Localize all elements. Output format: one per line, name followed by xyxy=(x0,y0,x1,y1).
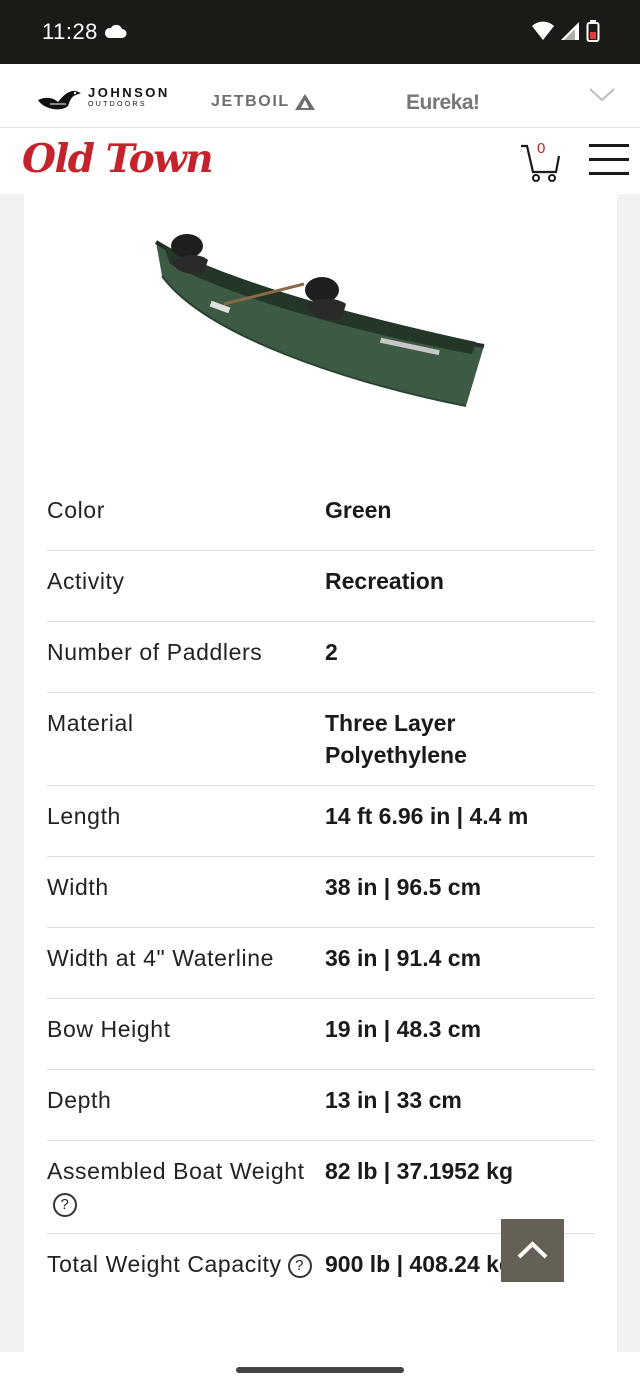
spec-label-text: Bow Height xyxy=(47,1016,171,1042)
wifi-icon xyxy=(532,21,554,40)
spec-row: Width 38 in | 96.5 cm xyxy=(47,857,595,928)
spec-label: Length xyxy=(47,800,325,842)
cart-count: 0 xyxy=(537,140,546,157)
spec-row: Length 14 ft 6.96 in | 4.4 m xyxy=(47,786,595,857)
spec-value: Recreation xyxy=(325,568,444,594)
spec-label-text: Width at 4" Waterline xyxy=(47,945,274,971)
spec-value: Green xyxy=(325,497,392,523)
johnson-brand-name: JOHNSON xyxy=(88,85,170,100)
spec-label-text: Total Weight Capacity xyxy=(47,1251,282,1277)
spec-label-text: Number of Paddlers xyxy=(47,639,263,665)
spec-row: Number of Paddlers 2 xyxy=(47,622,595,693)
signal-icon xyxy=(561,22,579,40)
spec-label-text: Assembled Boat Weight xyxy=(47,1158,305,1184)
hamburger-menu-button[interactable] xyxy=(589,144,629,176)
spec-value: 36 in | 91.4 cm xyxy=(325,945,482,971)
old-town-logo[interactable]: Old Town xyxy=(22,136,214,182)
spec-table: Color Green Activity Recreation Number of Pa… xyxy=(47,480,595,1304)
eureka-link[interactable]: Eureka! xyxy=(406,91,480,115)
jetboil-link[interactable]: JETBOIL xyxy=(211,93,316,111)
spec-label-text: Material xyxy=(47,710,134,736)
spec-label: Depth xyxy=(47,1084,325,1126)
menu-icon-line xyxy=(589,144,629,147)
product-spec-card: Color Green Activity Recreation Number of Pa… xyxy=(24,194,617,1354)
spec-label-text: Depth xyxy=(47,1087,112,1113)
chevron-up-icon xyxy=(517,1241,548,1259)
spec-value: 38 in | 96.5 cm xyxy=(325,874,482,900)
loon-logo-icon xyxy=(38,90,81,110)
canoe-product-image xyxy=(154,234,485,407)
spec-value: Three Layer Polyethylene xyxy=(325,710,467,768)
flame-icon xyxy=(294,94,315,110)
gesture-handle[interactable] xyxy=(236,1367,404,1373)
spec-label: Bow Height xyxy=(47,1013,325,1055)
spec-label: Number of Paddlers xyxy=(47,636,325,678)
spec-label: Activity xyxy=(47,565,325,607)
battery-icon xyxy=(586,20,600,42)
status-icons xyxy=(532,20,600,42)
spec-row: Material Three Layer Polyethylene xyxy=(47,693,595,786)
help-icon[interactable]: ? xyxy=(287,1253,312,1278)
gesture-nav-area xyxy=(0,1352,640,1388)
spec-label: Color xyxy=(47,494,325,536)
back-to-top-button[interactable] xyxy=(501,1219,564,1282)
spec-value: 19 in | 48.3 cm xyxy=(325,1016,482,1042)
spec-value: 13 in | 33 cm xyxy=(325,1087,462,1113)
spec-label: Width xyxy=(47,871,325,913)
help-icon[interactable]: ? xyxy=(53,1192,77,1217)
menu-icon-line xyxy=(589,158,629,161)
johnson-brand-sub: OUTDOORS xyxy=(88,101,147,108)
spec-label-text: Length xyxy=(47,803,121,829)
spec-row: Bow Height 19 in | 48.3 cm xyxy=(47,999,595,1070)
spec-label: Material xyxy=(47,707,325,771)
brands-bar: JOHNSON OUTDOORS JETBOIL Eureka! xyxy=(0,64,640,128)
spec-row: Activity Recreation xyxy=(47,551,595,622)
menu-icon-line xyxy=(589,172,629,175)
spec-label-text: Color xyxy=(47,497,105,523)
cart-button[interactable]: 0 xyxy=(520,140,562,184)
spec-label-text: Activity xyxy=(47,568,125,594)
spec-label-text: Width xyxy=(47,874,109,900)
status-time: 11:28 xyxy=(42,19,98,44)
spec-label: Total Weight Capacity? xyxy=(47,1248,325,1290)
johnson-outdoors-link[interactable]: JOHNSON OUTDOORS xyxy=(36,82,170,112)
cloud-icon xyxy=(104,24,127,38)
spec-value: 82 lb | 37.1952 kg xyxy=(325,1158,513,1184)
chevron-down-icon[interactable] xyxy=(588,86,616,104)
spec-value: 2 xyxy=(325,639,338,665)
spec-row: Color Green xyxy=(47,480,595,551)
spec-value: 14 ft 6.96 in | 4.4 m xyxy=(325,803,529,829)
spec-label: Assembled Boat Weight? xyxy=(47,1155,325,1219)
main-header: Old Town 0 xyxy=(0,128,640,194)
status-bar: 11:28 xyxy=(0,0,640,64)
spec-row: Depth 13 in | 33 cm xyxy=(47,1070,595,1141)
spec-label: Width at 4" Waterline xyxy=(47,942,325,984)
spec-row: Width at 4" Waterline 36 in | 91.4 cm xyxy=(47,928,595,999)
jetboil-brand-name: JETBOIL xyxy=(211,93,290,110)
